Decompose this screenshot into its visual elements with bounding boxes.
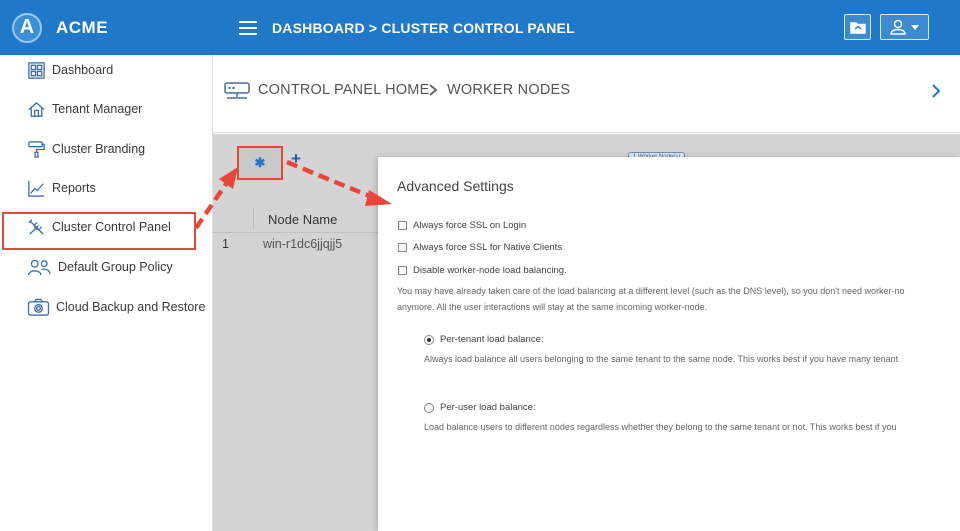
sidebar-item-dashboard[interactable]: Dashboard — [26, 55, 113, 85]
paint-roller-icon — [26, 139, 46, 159]
per-tenant-option[interactable]: Per-tenant load balance: — [424, 334, 544, 345]
brand-bar: A ACME — [0, 0, 213, 55]
table-row-node-name[interactable]: win-r1dc6jjqjj5 — [263, 237, 342, 251]
per-user-radio[interactable] — [424, 402, 434, 413]
dashboard-grid-icon — [26, 60, 46, 80]
note-line: anymore. All the user interactions will … — [397, 302, 708, 312]
breadcrumb: CONTROL PANEL HOME WORKER NODES — [213, 55, 960, 133]
sidebar-item-cluster-control-panel[interactable]: Cluster Control Panel — [26, 212, 171, 242]
sidebar-item-cluster-branding[interactable]: Cluster Branding — [26, 134, 145, 164]
acme-logo-icon[interactable]: A — [12, 12, 42, 43]
add-node-button[interactable]: + — [291, 149, 301, 169]
sidebar-item-reports[interactable]: Reports — [26, 173, 96, 203]
sidebar-item-label: Default Group Policy — [58, 260, 173, 274]
sidebar-item-cloud-backup[interactable]: Cloud Backup and Restore — [26, 292, 205, 322]
plus-icon: + — [291, 149, 301, 168]
per-user-option[interactable]: Per-user load balance: — [424, 402, 536, 413]
disable-load-balancing-checkbox[interactable] — [398, 266, 407, 275]
per-tenant-radio[interactable] — [424, 334, 434, 345]
settings-button[interactable]: ✱ — [237, 146, 283, 180]
checkbox-label: Disable worker-node load balancing. — [413, 265, 567, 276]
radio-label: Per-tenant load balance: — [440, 334, 544, 345]
table-row-index: 1 — [222, 237, 229, 251]
sidebar-item-label: Tenant Manager — [52, 102, 143, 116]
force-ssl-login-option[interactable]: Always force SSL on Login — [398, 220, 526, 231]
radio-label: Per-user load balance: — [440, 402, 536, 413]
breadcrumb-home-link[interactable]: CONTROL PANEL HOME — [258, 82, 429, 98]
column-divider — [253, 208, 254, 230]
user-menu-button[interactable] — [880, 14, 929, 40]
house-icon — [26, 99, 46, 119]
tools-icon — [26, 217, 46, 237]
dialog-title: Advanced Settings — [397, 178, 514, 194]
per-user-description: Load balance users to different nodes re… — [424, 422, 897, 432]
sidebar-item-label: Dashboard — [52, 63, 114, 77]
brand-name: ACME — [56, 17, 109, 37]
column-header-node-name[interactable]: Node Name — [268, 212, 337, 227]
page-title: DASHBOARD > CLUSTER CONTROL PANEL — [272, 19, 575, 36]
per-tenant-description: Always load balance all users belonging … — [424, 354, 899, 364]
sidebar-item-label: Cloud Backup and Restore — [56, 300, 206, 314]
users-icon — [26, 257, 52, 277]
camera-backup-icon — [26, 297, 50, 317]
breadcrumb-current: WORKER NODES — [447, 82, 571, 98]
force-ssl-login-checkbox[interactable] — [398, 221, 407, 230]
disable-load-balancing-option[interactable]: Disable worker-node load balancing. — [398, 265, 567, 276]
hamburger-menu-icon[interactable] — [239, 20, 257, 35]
force-ssl-native-checkbox[interactable] — [398, 243, 407, 252]
gear-icon: ✱ — [254, 155, 266, 170]
advanced-settings-dialog: Advanced Settings Always force SSL on Lo… — [378, 157, 960, 531]
load-balancing-note: You may have already taken care of the l… — [397, 283, 957, 315]
sidebar-item-tenant-manager[interactable]: Tenant Manager — [26, 94, 142, 124]
force-ssl-native-option[interactable]: Always force SSL for Native Clients — [398, 242, 562, 253]
folder-icon — [849, 22, 866, 34]
header-divider — [213, 232, 378, 233]
sidebar-item-default-group-policy[interactable]: Default Group Policy — [26, 252, 173, 282]
caret-down-icon — [911, 25, 919, 30]
server-icon — [224, 82, 250, 99]
sidebar-item-label: Reports — [52, 181, 96, 195]
sidebar-item-label: Cluster Control Panel — [52, 220, 171, 234]
chevron-right-icon[interactable] — [930, 83, 942, 99]
chevron-right-icon — [429, 84, 438, 96]
sidebar-item-label: Cluster Branding — [52, 142, 146, 156]
checkbox-label: Always force SSL on Login — [413, 220, 527, 231]
folder-button[interactable] — [844, 14, 871, 40]
checkbox-label: Always force SSL for Native Clients — [413, 242, 563, 253]
user-icon — [890, 19, 906, 35]
line-chart-icon — [26, 178, 46, 198]
note-line: You may have already taken care of the l… — [397, 286, 905, 296]
